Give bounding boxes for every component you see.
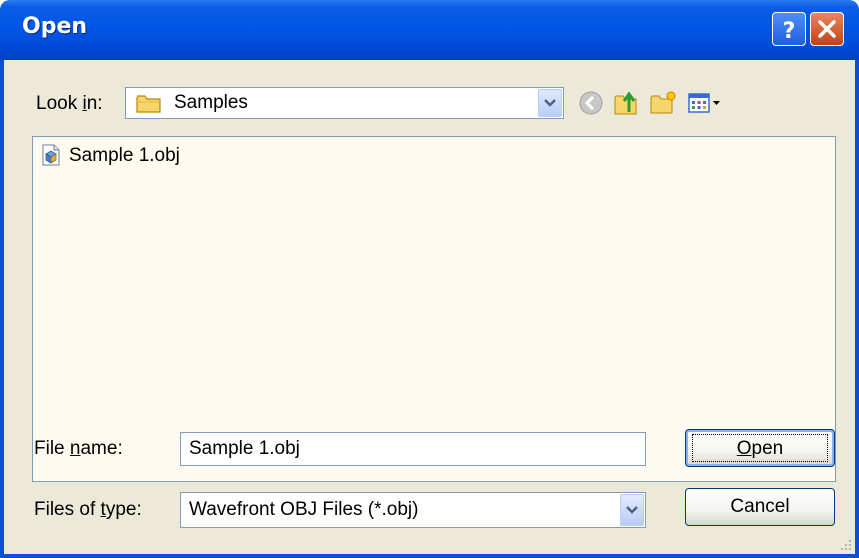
- look-in-dropdown[interactable]: Samples: [125, 87, 564, 119]
- up-one-level-button[interactable]: [612, 88, 642, 118]
- file-type-dropdown-button[interactable]: [620, 494, 644, 526]
- help-button[interactable]: ?: [772, 12, 806, 46]
- file-type-label: Files of type:: [34, 499, 142, 520]
- question-mark-icon: ?: [783, 19, 796, 44]
- open-dialog: Open ? Look in: Samples Sample 1.obj Fil…: [0, 0, 859, 558]
- resize-grip-icon[interactable]: [839, 538, 853, 552]
- up-folder-icon: [614, 91, 637, 115]
- create-new-folder-button[interactable]: [648, 88, 678, 118]
- window-title: Open: [22, 14, 88, 39]
- open-button[interactable]: Open: [685, 429, 835, 467]
- look-in-label: Look in:: [36, 93, 103, 114]
- back-arrow-icon: [579, 91, 603, 115]
- chevron-down-icon: [626, 506, 638, 514]
- view-menu-button[interactable]: [686, 88, 726, 118]
- close-x-icon: [818, 20, 836, 38]
- chevron-down-icon: [544, 99, 556, 107]
- obj-file-icon: [42, 144, 60, 166]
- close-button[interactable]: [810, 12, 844, 46]
- back-button[interactable]: [576, 88, 606, 118]
- open-button-label: Open: [692, 434, 828, 462]
- file-name-label: File name:: [34, 438, 123, 459]
- file-name-text: Sample 1.obj: [69, 145, 180, 166]
- new-folder-icon: [650, 91, 676, 114]
- look-in-value: Samples: [174, 92, 248, 113]
- dialog-body: Look in: Samples Sample 1.obj File name:…: [4, 60, 855, 554]
- file-type-dropdown[interactable]: Wavefront OBJ Files (*.obj): [180, 492, 646, 528]
- title-bar[interactable]: Open ?: [0, 0, 859, 60]
- cancel-button[interactable]: Cancel: [685, 488, 835, 526]
- file-name-input[interactable]: [180, 432, 646, 466]
- file-type-value: Wavefront OBJ Files (*.obj): [189, 499, 419, 520]
- svg-text:?: ?: [783, 19, 796, 44]
- view-menu-icon: [688, 93, 720, 113]
- look-in-dropdown-button[interactable]: [538, 89, 562, 117]
- folder-icon: [136, 95, 161, 113]
